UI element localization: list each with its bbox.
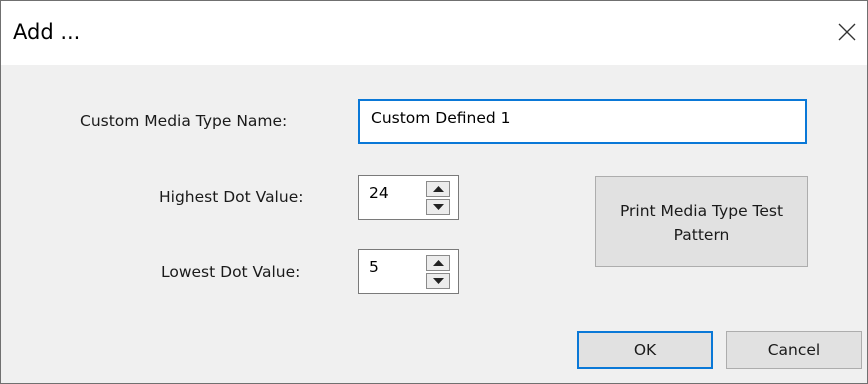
print-test-pattern-button[interactable]: Print Media Type Test Pattern [595, 176, 808, 267]
arrow-down-icon [433, 278, 444, 284]
highest-dot-decrement-button[interactable] [426, 199, 450, 215]
title-bar: Add ... [1, 1, 867, 65]
highest-dot-value[interactable]: 24 [369, 184, 389, 202]
print-test-pattern-label-line1: Print Media Type Test [619, 202, 784, 220]
media-type-name-input[interactable]: Custom Defined 1 [358, 99, 807, 144]
highest-dot-spin-buttons [426, 179, 452, 216]
ok-button[interactable]: OK [577, 331, 713, 369]
lowest-dot-value[interactable]: 5 [369, 258, 379, 276]
lowest-dot-increment-button[interactable] [426, 255, 450, 271]
media-type-name-value: Custom Defined 1 [371, 109, 511, 127]
add-dialog: Add ... Custom Media Type Name: Custom D… [0, 0, 868, 384]
cancel-button[interactable]: Cancel [726, 331, 862, 369]
arrow-down-icon [433, 204, 444, 210]
lowest-dot-spinner[interactable]: 5 [358, 249, 459, 294]
lowest-dot-spin-buttons [426, 253, 452, 290]
highest-dot-increment-button[interactable] [426, 181, 450, 197]
lowest-dot-label: Lowest Dot Value: [161, 263, 301, 281]
arrow-up-icon [433, 186, 444, 192]
dialog-title: Add ... [13, 20, 81, 44]
lowest-dot-decrement-button[interactable] [426, 273, 450, 289]
arrow-up-icon [433, 260, 444, 266]
name-label: Custom Media Type Name: [80, 112, 288, 130]
close-button[interactable] [830, 15, 864, 49]
highest-dot-label: Highest Dot Value: [159, 188, 304, 206]
highest-dot-spinner[interactable]: 24 [358, 175, 459, 220]
print-test-pattern-label-line2: Pattern [673, 226, 730, 244]
close-icon [838, 23, 856, 41]
